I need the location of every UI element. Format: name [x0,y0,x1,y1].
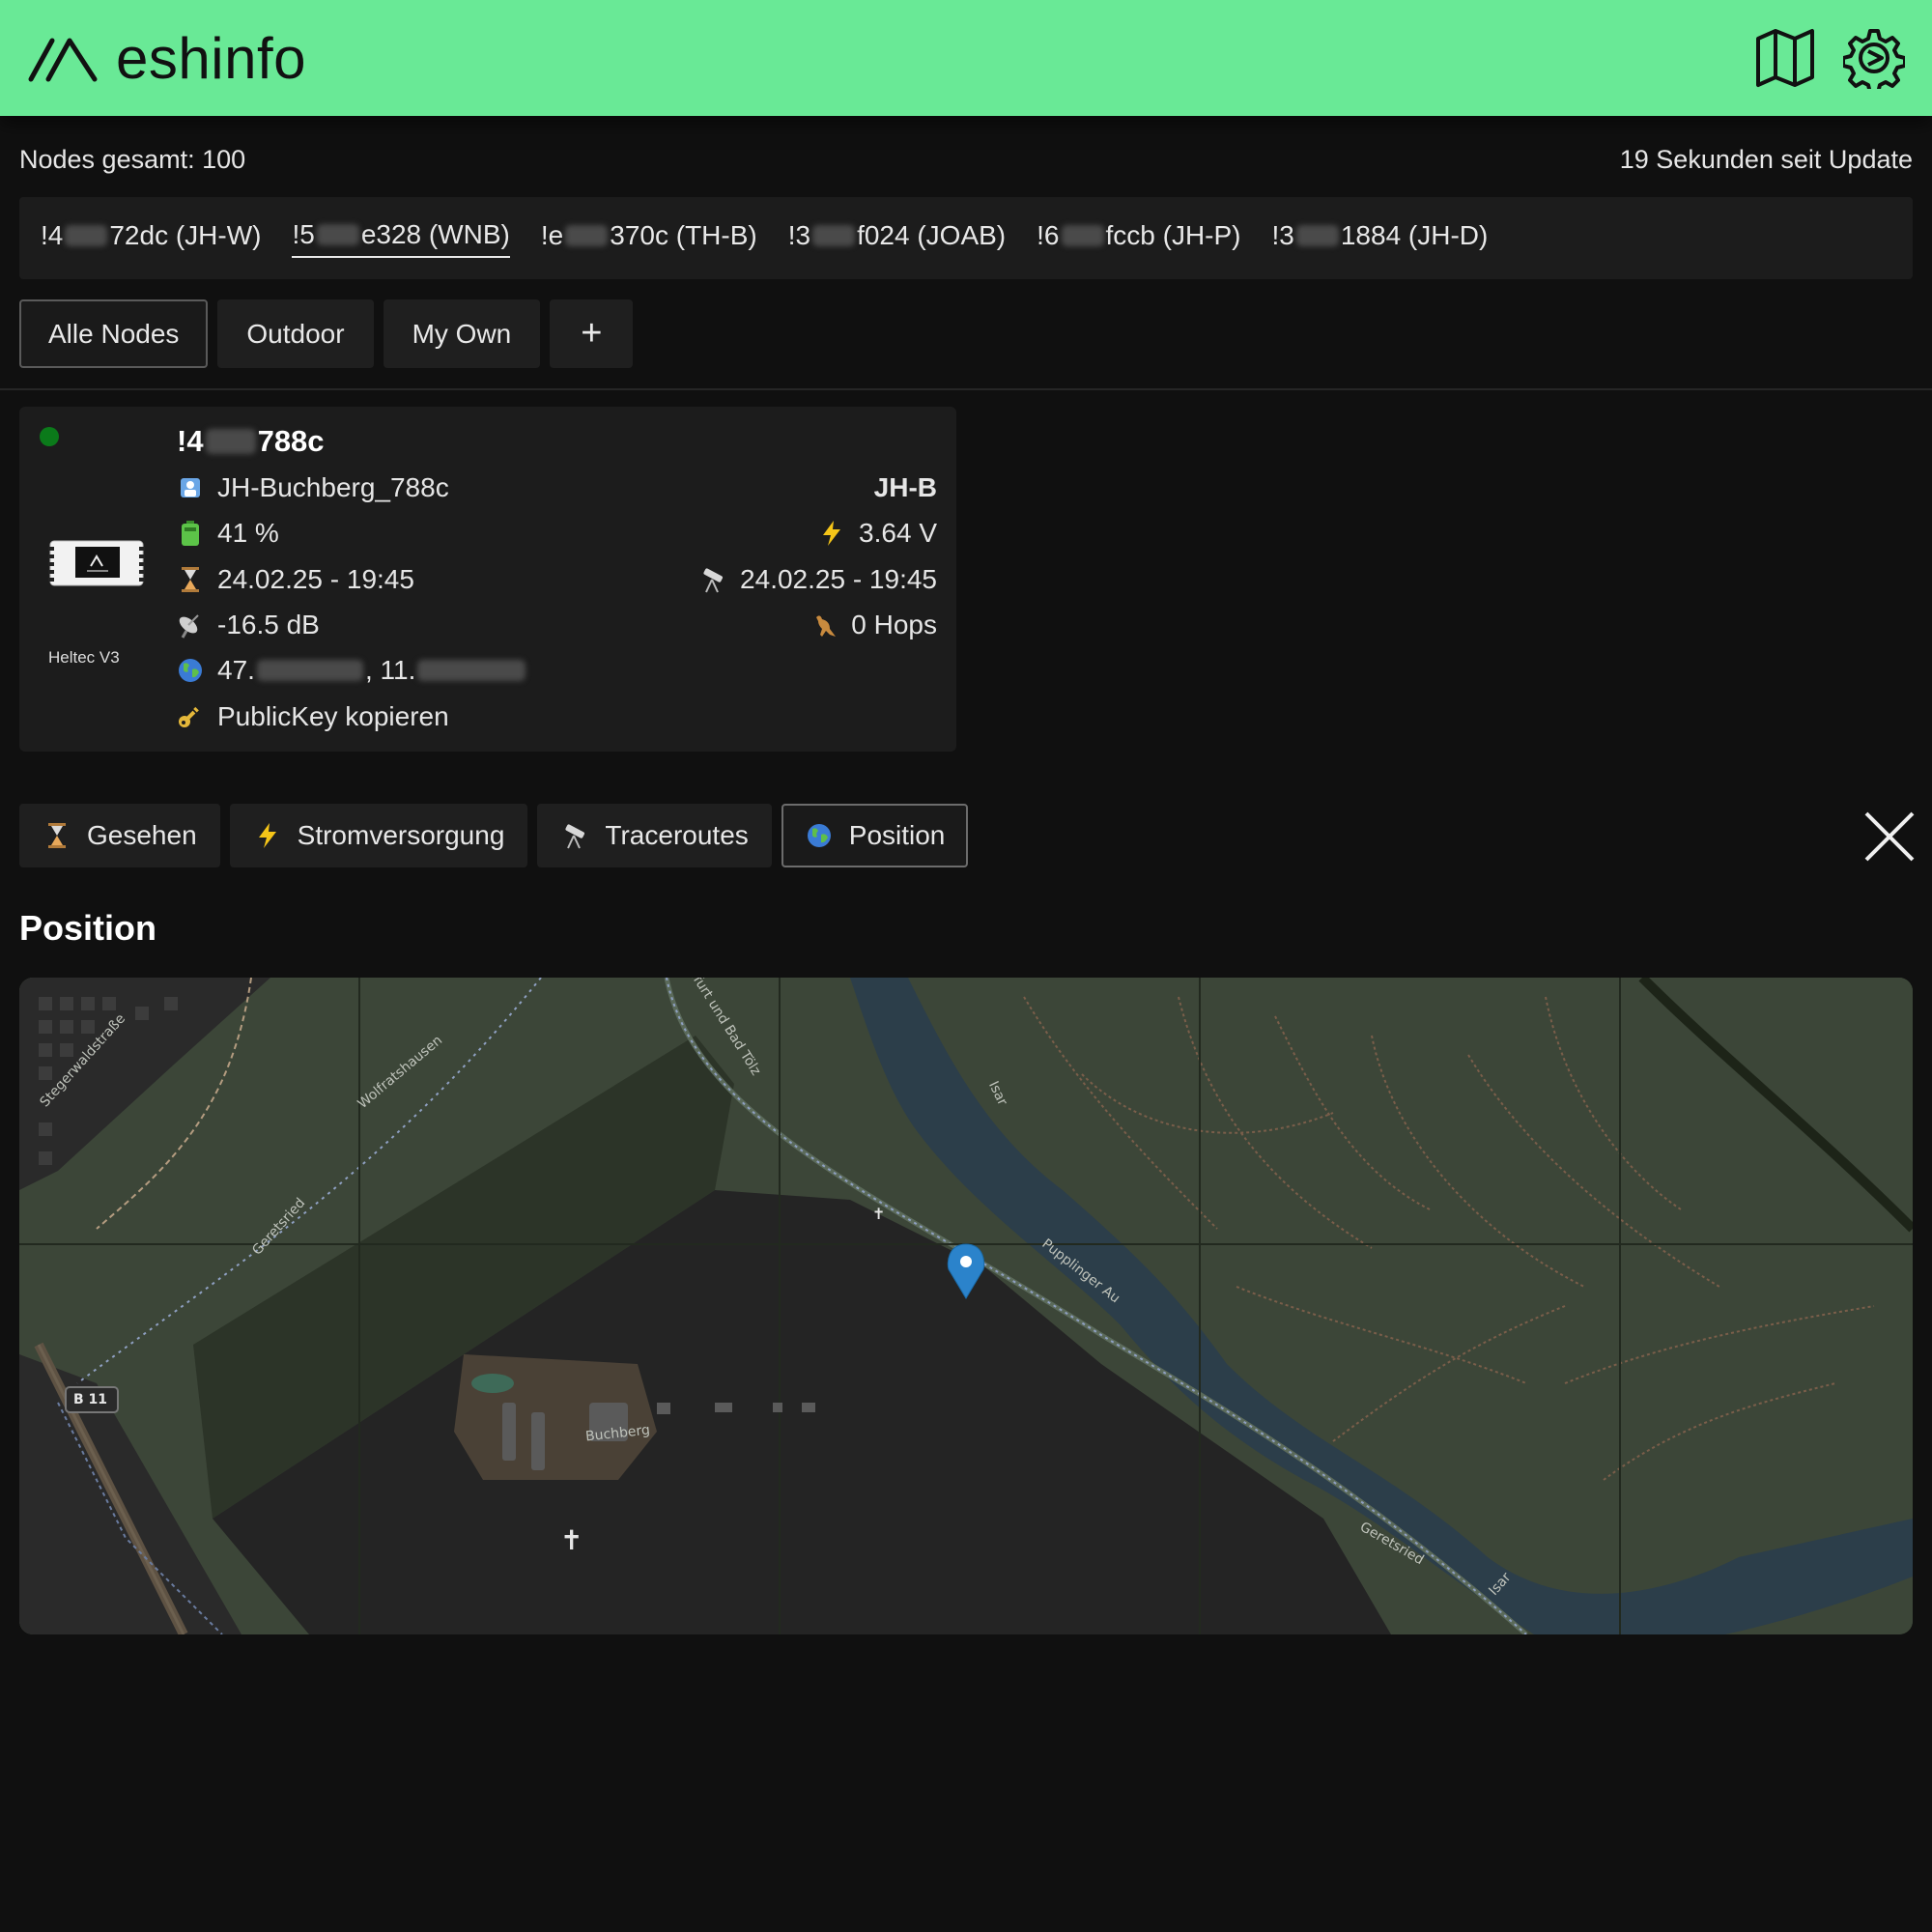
device-image-icon [48,540,145,586]
filter-my-own-button[interactable]: My Own [383,299,541,368]
hop-count: 0 Hops [851,610,937,639]
favorite-node-suffix: fccb (JH-P) [1105,219,1241,250]
telescope-icon [699,566,726,593]
hourglass-icon [177,566,204,593]
node-id-suffix: 788c [257,424,325,458]
app-title: eshinfo [116,25,306,91]
favorite-node-prefix: !e [540,219,564,250]
node-short-name: JH-B [873,472,937,502]
redacted [417,660,526,681]
latitude-prefix: 47. [217,655,255,685]
detail-tabs: Gesehen Stromversorgung Traceroutes Posi… [19,804,969,867]
tab-seen-label: Gesehen [87,820,197,850]
redacted [1061,224,1104,246]
favorite-node-5[interactable]: !3 1884 (JH-D) [1272,220,1489,257]
section-title: Position [19,908,156,948]
tab-seen[interactable]: Gesehen [19,804,220,867]
favorite-node-prefix: !5 [292,218,315,249]
node-name-row: JH-Buchberg_788c JH-B [177,469,937,507]
node-id-prefix: !4 [177,424,204,458]
last-heard-time: 24.02.25 - 19:45 [217,564,414,594]
redacted [205,429,256,454]
last-trace-time: 24.02.25 - 19:45 [740,564,937,594]
satellite-dish-icon [177,611,204,639]
tab-position-label: Position [848,820,946,850]
tab-traceroutes-label: Traceroutes [605,820,749,850]
node-filter-group: Alle Nodes Outdoor My Own + [19,299,634,368]
svg-text:✝: ✝ [872,1205,885,1223]
favorite-node-suffix: 370c (TH-B) [610,219,757,250]
favorites-bar: !4 72dc (JH-W) !5 e328 (WNB) !e 370c (TH-B)… [19,197,1913,279]
favorite-node-suffix: 1884 (JH-D) [1340,219,1489,250]
position-map[interactable]: ✝ ✝ Stegerwaldstraße Wolfratshausen Gere… [19,978,1913,1634]
favorite-node-prefix: !4 [41,219,64,250]
battery-icon [177,520,204,547]
add-filter-button[interactable]: + [550,299,634,368]
tab-power[interactable]: Stromversorgung [229,804,528,867]
filter-outdoor-button[interactable]: Outdoor [217,299,374,368]
node-power-row: 41 % 3.64 V [177,514,937,553]
redacted [812,224,856,246]
favorite-node-1[interactable]: !5 e328 (WNB) [292,218,510,258]
redacted [1295,224,1339,246]
logo-mark-icon [28,38,98,82]
last-update: 19 Sekunden seit Update [1619,145,1913,174]
redacted [256,660,363,681]
node-signal-row: -16.5 dB 0 Hops [177,606,937,644]
node-seen-row: 24.02.25 - 19:45 24.02.25 - 19:45 [177,560,937,599]
node-position-row: 47. , 11. [177,651,937,690]
telescope-icon [560,821,589,850]
voltage-icon [253,821,282,850]
map-icon[interactable] [1754,27,1816,89]
tab-traceroutes[interactable]: Traceroutes [537,804,772,867]
favorite-node-0[interactable]: !4 72dc (JH-W) [41,220,261,257]
hourglass-icon [43,821,71,850]
settings-icon[interactable] [1843,27,1905,89]
favorite-node-4[interactable]: !6 fccb (JH-P) [1037,220,1240,257]
favorite-node-3[interactable]: !3 f024 (JOAB) [788,220,1006,257]
node-pubkey-row[interactable]: PublicKey kopieren [177,697,937,736]
longitude-prefix: , 11. [364,655,416,685]
person-icon [177,474,204,501]
tab-position[interactable]: Position [781,804,969,867]
globe-icon [805,821,834,850]
redacted [316,223,359,245]
favorite-node-prefix: !3 [1271,219,1294,250]
node-long-name: JH-Buchberg_788c [217,472,449,502]
voltage-icon [818,520,845,547]
online-status-dot [40,427,59,446]
node-id: !4 788c [177,424,325,459]
close-icon[interactable] [1862,810,1917,864]
redacted [65,224,108,246]
map-road-shield: B 11 [73,1392,108,1407]
filter-all-nodes-button[interactable]: Alle Nodes [19,299,209,368]
favorite-node-suffix: f024 (JOAB) [857,219,1007,250]
copy-pubkey-link[interactable]: PublicKey kopieren [217,701,449,732]
favorite-node-suffix: e328 (WNB) [360,218,510,249]
battery-level: 41 % [217,518,279,548]
favorite-node-prefix: !6 [1037,219,1060,250]
app-logo[interactable]: eshinfo [27,25,306,92]
key-icon [177,703,204,730]
node-card[interactable]: Heltec V3 !4 788c JH-Buchberg_788c JH-B 4… [19,407,956,752]
snr-value: -16.5 dB [217,610,320,639]
svg-text:✝: ✝ [560,1524,582,1556]
favorite-node-suffix: 72dc (JH-W) [109,219,262,250]
favorite-node-prefix: !3 [787,219,811,250]
battery-voltage: 3.64 V [859,518,937,548]
status-row: Nodes gesamt: 100 19 Sekunden seit Updat… [19,145,1913,184]
kangaroo-icon [810,611,838,639]
globe-icon [177,657,204,684]
app-header: eshinfo [0,0,1932,116]
device-hardware-label: Heltec V3 [48,648,120,667]
redacted [565,224,609,246]
map-tiles[interactable]: ✝ ✝ [19,978,1913,1634]
divider [0,388,1932,390]
tab-power-label: Stromversorgung [297,820,505,850]
favorite-node-2[interactable]: !e 370c (TH-B) [541,220,757,257]
total-nodes: Nodes gesamt: 100 [19,145,246,174]
